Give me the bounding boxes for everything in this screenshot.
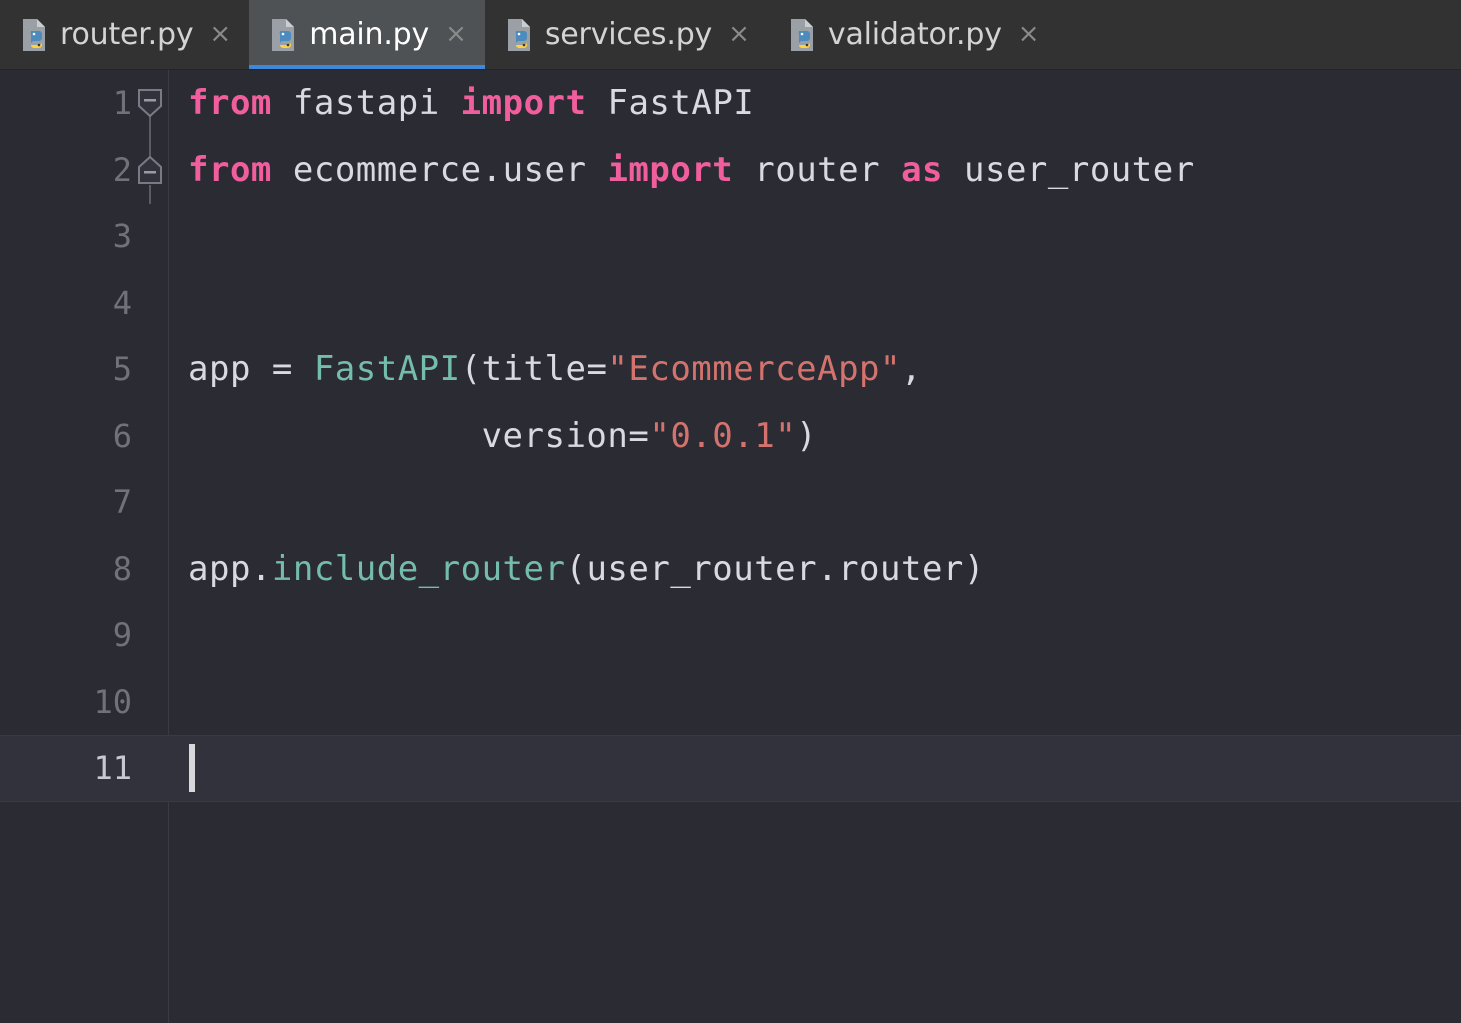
- tab-services-py[interactable]: services.py ×: [485, 0, 768, 69]
- code-text: [168, 744, 1461, 792]
- code-text: from fastapi import FastAPI: [168, 83, 1461, 123]
- code-line[interactable]: 5 app = FastAPI(title="EcommerceApp",: [0, 336, 1461, 403]
- line-number: 6: [0, 417, 132, 455]
- line-number: 1: [0, 84, 132, 122]
- tab-close-icon[interactable]: ×: [209, 21, 231, 47]
- fold-region-line: [149, 137, 151, 157]
- tab-label: main.py: [309, 17, 429, 52]
- code-line[interactable]: 1 from fastapi import FastAPI: [0, 70, 1461, 137]
- editor-tab-bar: router.py × main.py ×: [0, 0, 1461, 70]
- line-number: 11: [0, 749, 132, 787]
- ide-window: router.py × main.py ×: [0, 0, 1461, 1023]
- line-number: 10: [0, 683, 132, 721]
- line-number: 2: [0, 151, 132, 189]
- tab-close-icon[interactable]: ×: [1018, 21, 1040, 47]
- tab-router-py[interactable]: router.py ×: [0, 0, 249, 69]
- line-number: 7: [0, 483, 132, 521]
- tab-label: router.py: [60, 17, 193, 52]
- fold-gutter-cell[interactable]: [132, 137, 168, 204]
- code-line[interactable]: 6 version="0.0.1"): [0, 403, 1461, 470]
- code-text: from ecommerce.user import router as use…: [168, 150, 1461, 190]
- code-line[interactable]: 8 app.include_router(user_router.router): [0, 536, 1461, 603]
- code-line[interactable]: 7: [0, 469, 1461, 536]
- fold-gutter-cell: [132, 602, 168, 669]
- code-line-current[interactable]: 11: [0, 735, 1461, 802]
- python-file-icon: [788, 18, 818, 52]
- fold-gutter-cell: [132, 736, 168, 801]
- code-text: app = FastAPI(title="EcommerceApp",: [168, 349, 1461, 389]
- code-line[interactable]: 10: [0, 669, 1461, 736]
- code-line[interactable]: 2 from ecommerce.user import router as u…: [0, 137, 1461, 204]
- fold-collapse-end-icon[interactable]: [136, 155, 164, 185]
- tab-close-icon[interactable]: ×: [728, 21, 750, 47]
- fold-gutter-cell: [132, 270, 168, 337]
- code-line[interactable]: 9: [0, 602, 1461, 669]
- fold-gutter-cell: [132, 669, 168, 736]
- code-text: app.include_router(user_router.router): [168, 549, 1461, 589]
- tab-label: services.py: [545, 17, 712, 52]
- code-text: version="0.0.1"): [168, 416, 1461, 456]
- tab-label: validator.py: [828, 17, 1002, 52]
- text-caret: [189, 744, 195, 792]
- line-number: 5: [0, 350, 132, 388]
- line-number: 9: [0, 616, 132, 654]
- fold-gutter-cell: [132, 403, 168, 470]
- python-file-icon: [20, 18, 50, 52]
- python-file-icon: [269, 18, 299, 52]
- line-number: 4: [0, 284, 132, 322]
- tab-close-icon[interactable]: ×: [445, 21, 467, 47]
- code-line[interactable]: 4: [0, 270, 1461, 337]
- code-editor[interactable]: 1 from fastapi import FastAPI 2: [0, 70, 1461, 1023]
- fold-collapse-start-icon[interactable]: [136, 88, 164, 118]
- fold-gutter-cell: [132, 536, 168, 603]
- fold-gutter-cell: [132, 336, 168, 403]
- line-number: 3: [0, 217, 132, 255]
- python-file-icon: [505, 18, 535, 52]
- code-line[interactable]: 3: [0, 203, 1461, 270]
- tab-main-py[interactable]: main.py ×: [249, 0, 485, 69]
- fold-region-line: [149, 185, 151, 204]
- fold-gutter-cell: [132, 203, 168, 270]
- line-number: 8: [0, 550, 132, 588]
- fold-gutter-cell: [132, 469, 168, 536]
- tab-validator-py[interactable]: validator.py ×: [768, 0, 1058, 69]
- fold-gutter-cell[interactable]: [132, 70, 168, 137]
